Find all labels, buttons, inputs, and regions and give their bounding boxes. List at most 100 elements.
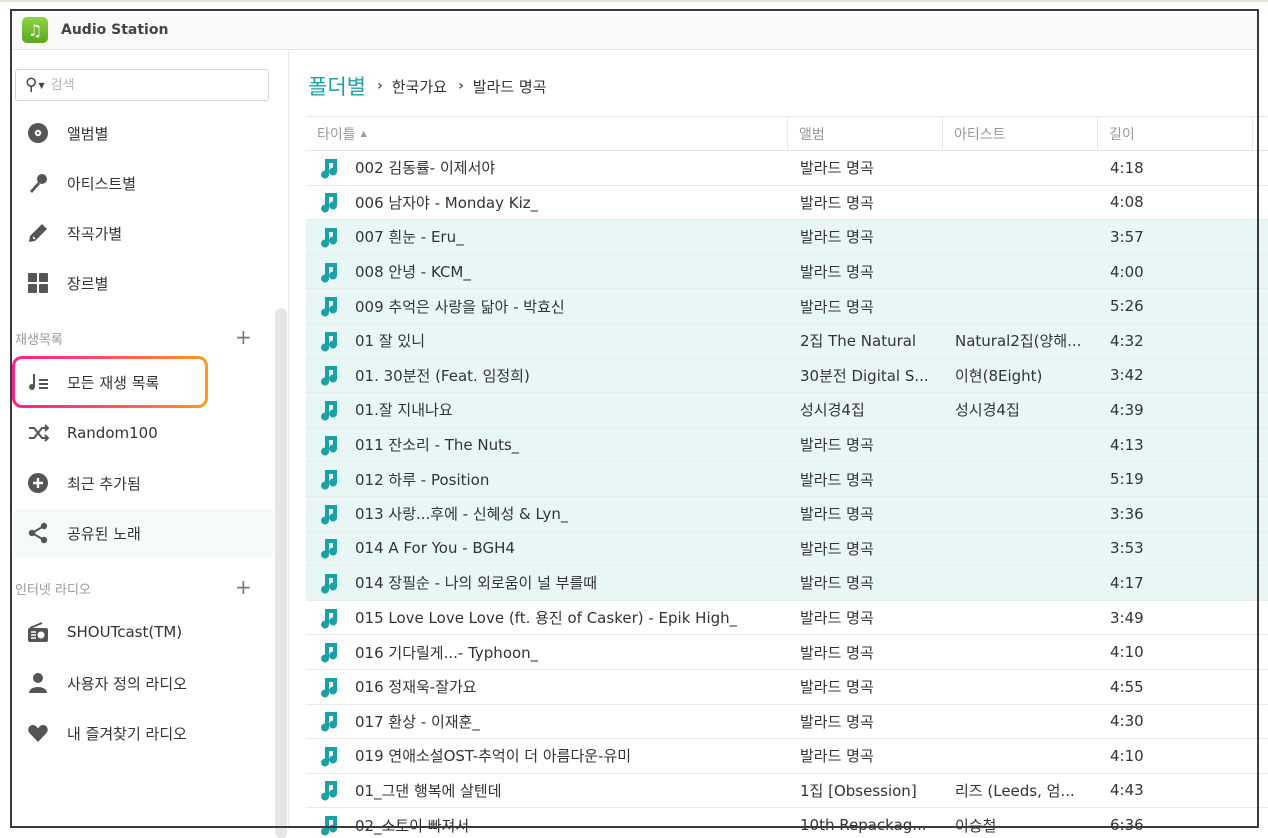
cell-title: 011 잔소리 - The Nuts_: [306, 433, 788, 457]
sidebar-item-label: 앨범별: [67, 124, 109, 143]
sidebar-item-recently-added[interactable]: 최근 추가됨: [14, 459, 274, 507]
column-header-title[interactable]: 타이틀 ▲: [306, 117, 788, 150]
song-title: 01. 30분전 (Feat. 임정희): [355, 366, 530, 385]
cell-length: 4:55: [1110, 677, 1144, 696]
music-note-icon: [316, 606, 342, 630]
table-row[interactable]: 011 잔소리 - The Nuts_ 발라드 명곡 4:13: [306, 427, 1268, 463]
cell-title: 008 안녕 - KCM_: [306, 260, 788, 284]
main-panel: 폴더별 › 한국가요 › 발라드 명곡 타이틀 ▲ 앨범 아티스트 길이 002…: [290, 51, 1268, 838]
breadcrumb-item[interactable]: 한국가요: [392, 76, 447, 97]
song-title: 012 하루 - Position: [355, 470, 490, 489]
sidebar-item-albums[interactable]: 앨범별: [14, 109, 274, 157]
song-title: 02_소토이 빠져서: [355, 816, 470, 835]
add-radio-icon[interactable]: +: [235, 575, 252, 599]
cell-album: 발라드 명곡: [800, 193, 874, 212]
song-title: 016 정재욱-잘가요: [355, 678, 477, 697]
table-row[interactable]: 015 Love Love Love (ft. 용진 of Casker) - …: [306, 601, 1268, 636]
sidebar-item-genres[interactable]: 장르별: [14, 259, 274, 307]
song-title: 011 잔소리 - The Nuts_: [355, 436, 520, 455]
music-note-icon: [316, 329, 342, 353]
sidebar-scrollbar[interactable]: [275, 308, 287, 838]
table-row[interactable]: 017 환상 - 이재훈_ 발라드 명곡 4:30: [306, 705, 1268, 740]
sidebar-item-shoutcast[interactable]: SHOUTcast(TM): [14, 608, 274, 656]
cell-length: 5:26: [1110, 297, 1144, 316]
table-row[interactable]: 014 A For You - BGH4 발라드 명곡 3:53: [306, 531, 1268, 567]
sidebar-item-composers[interactable]: 작곡가별: [14, 209, 274, 257]
cell-title: 017 환상 - 이재훈_: [306, 709, 788, 733]
search-box[interactable]: ⚲ ▼: [15, 69, 269, 101]
sidebar-item-label: 최근 추가됨: [67, 474, 141, 493]
sidebar-item-label: 작곡가별: [67, 224, 123, 243]
table-row[interactable]: 01. 30분전 (Feat. 임정희) 30분전 Digital S... 이현(…: [306, 358, 1268, 394]
table-row[interactable]: 019 연애소설OST-추억이 더 아름다운-유미 발라드 명곡 4:10: [306, 739, 1268, 774]
search-icon[interactable]: ⚲: [25, 75, 37, 95]
table-row[interactable]: 007 흰눈 - Eru_ 발라드 명곡 3:57: [306, 220, 1268, 255]
cell-length: 4:39: [1110, 400, 1144, 419]
music-note-icon: [316, 502, 342, 526]
song-title: 014 A For You - BGH4: [355, 539, 515, 558]
playlist-icon: [26, 370, 50, 394]
plus-circle-icon: [26, 471, 50, 495]
cell-length: 3:36: [1110, 504, 1144, 523]
column-header-length[interactable]: 길이: [1098, 117, 1253, 150]
cell-length: 4:17: [1110, 573, 1144, 592]
radio-icon: [26, 620, 50, 644]
cell-length: 3:53: [1110, 539, 1144, 558]
add-playlist-icon[interactable]: +: [235, 325, 252, 349]
cell-album: 발라드 명곡: [800, 747, 874, 766]
sidebar-item-label: Random100: [67, 424, 158, 442]
table-row[interactable]: 008 안녕 - KCM_ 발라드 명곡 4:00: [306, 254, 1268, 290]
song-title: 007 흰눈 - Eru_: [355, 228, 464, 247]
search-input[interactable]: [50, 77, 231, 93]
column-header-artist[interactable]: 아티스트: [943, 117, 1098, 150]
column-header-album[interactable]: 앨범: [788, 117, 943, 150]
cell-album: 2집 The Natural: [800, 332, 917, 351]
table-row[interactable]: 012 하루 - Position 발라드 명곡 5:19: [306, 462, 1268, 497]
cell-album: 발라드 명곡: [800, 678, 874, 697]
song-title: 015 Love Love Love (ft. 용진 of Casker) - …: [355, 609, 738, 628]
music-note-icon: [316, 778, 342, 802]
music-note-icon: [316, 467, 342, 491]
cell-length: 3:42: [1110, 366, 1144, 385]
audio-station-logo-icon: ♫: [22, 17, 48, 43]
table-row[interactable]: 014 장필순 - 나의 외로움이 널 부를때 발라드 명곡 4:17: [306, 566, 1268, 601]
song-title: 014 장필순 - 나의 외로움이 널 부를때: [355, 574, 598, 593]
cell-length: 3:57: [1110, 227, 1144, 246]
cell-length: 4:10: [1110, 746, 1144, 765]
table-row[interactable]: 01.잘 지내나요 성시경4집 성시경4집 4:39: [306, 393, 1268, 428]
cell-length: 4:32: [1110, 331, 1144, 350]
share-icon: [26, 521, 50, 545]
table-row[interactable]: 013 사랑...후에 - 신혜성 & Lyn_ 발라드 명곡 3:36: [306, 496, 1268, 532]
microphone-icon: [26, 171, 50, 195]
sidebar-item-all-playlists-highlighted[interactable]: 모든 재생 목록: [14, 359, 204, 405]
cell-album: 발라드 명곡: [800, 539, 874, 558]
cell-length: 4:30: [1110, 712, 1144, 731]
breadcrumb-root[interactable]: 폴더별: [308, 71, 366, 101]
table-row[interactable]: 02_소토이 빠져서 10th Repackag... 이승철 6:36: [306, 808, 1268, 838]
radio-section-header: 인터넷 라디오: [15, 583, 91, 598]
cell-artist: 리즈 (Leeds, 엄...: [955, 781, 1075, 800]
chevron-down-icon[interactable]: ▼: [38, 81, 44, 90]
cell-title: 013 사랑...후에 - 신혜성 & Lyn_: [306, 502, 788, 526]
cell-album: 발라드 명곡: [800, 712, 874, 731]
table-header: 타이틀 ▲ 앨범 아티스트 길이: [306, 116, 1268, 151]
table-row[interactable]: 01 잘 있니 2집 The Natural Natural2집(양해... 4:32: [306, 323, 1268, 359]
sidebar-item-shared-songs[interactable]: 공유된 노래: [14, 509, 274, 557]
table-row[interactable]: 016 정재욱-잘가요 발라드 명곡 4:55: [306, 670, 1268, 705]
table-row[interactable]: 002 김동률- 이제서야 발라드 명곡 4:18: [306, 151, 1268, 186]
table-row[interactable]: 006 남자야 - Monday Kiz_ 발라드 명곡 4:08: [306, 186, 1268, 221]
sidebar-item-favorite-radio[interactable]: 내 즐겨찾기 라디오: [14, 709, 274, 757]
column-header-label: 길이: [1109, 126, 1135, 143]
cell-album: 발라드 명곡: [800, 263, 874, 282]
cell-album: 30분전 Digital S...: [800, 366, 929, 385]
sidebar-item-custom-radio[interactable]: 사용자 정의 라디오: [14, 659, 274, 707]
breadcrumb-item[interactable]: 발라드 명곡: [473, 76, 547, 97]
song-title: 01 잘 있니: [355, 332, 426, 351]
sidebar-item-random100[interactable]: Random100: [14, 409, 274, 457]
table-row[interactable]: 01_그댄 행복에 살텐데 1집 [Obsession] 리즈 (Leeds, 엄.…: [306, 774, 1268, 809]
sidebar-item-artists[interactable]: 아티스트별: [14, 159, 274, 207]
table-row[interactable]: 016 기다릴게...- Typhoon_ 발라드 명곡 4:10: [306, 635, 1268, 670]
table-row[interactable]: 009 추억은 사랑을 닮아 - 박효신 발라드 명곡 5:26: [306, 289, 1268, 324]
window-top-strip: [0, 0, 1268, 2]
cell-length: 4:43: [1110, 781, 1144, 800]
